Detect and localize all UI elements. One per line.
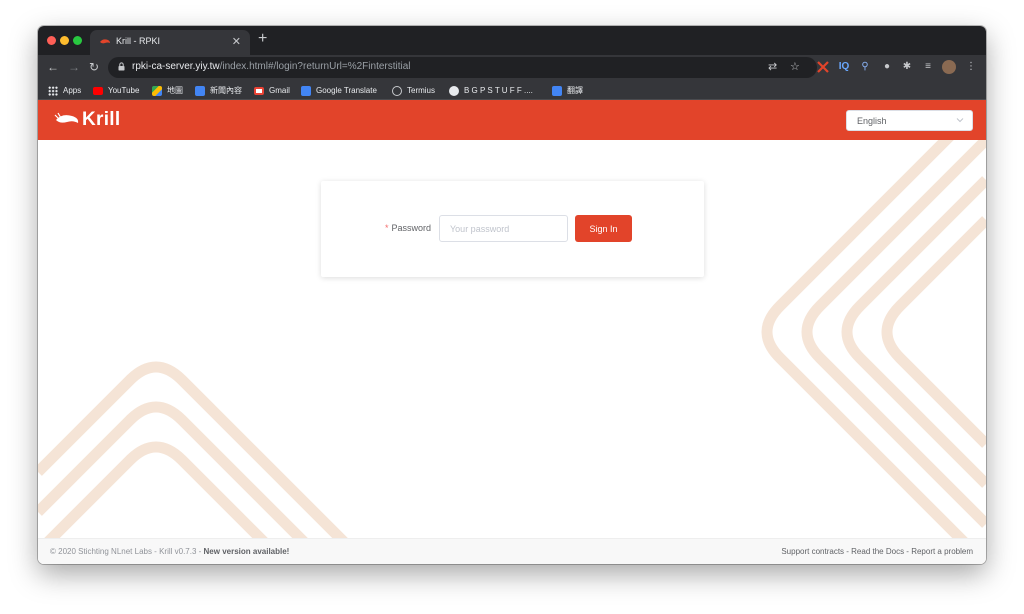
- bookmark-label: Termius: [407, 86, 436, 95]
- bookmark-maps[interactable]: 地圖: [152, 84, 183, 97]
- forward-arrow-icon[interactable]: →: [68, 59, 80, 76]
- lock-icon: [118, 62, 125, 71]
- search-extension-icon[interactable]: ⚲: [858, 60, 872, 74]
- bookmark-translate[interactable]: 翻譯: [552, 84, 583, 97]
- url-host: rpki-ca-server.yiy.tw: [132, 61, 220, 72]
- tab-title: Krill - RPKI: [116, 36, 161, 46]
- gmail-icon: [254, 86, 264, 95]
- new-tab-button[interactable]: +: [258, 31, 267, 47]
- bookmark-gmail[interactable]: Gmail: [254, 84, 290, 97]
- read-the-docs-link[interactable]: Read the Docs: [851, 547, 904, 556]
- password-label-text: Password: [391, 223, 432, 233]
- background-decoration: [38, 100, 986, 564]
- youtube-icon: [93, 86, 103, 95]
- maps-icon: [152, 85, 162, 96]
- menu-kebab-icon[interactable]: ⋮: [964, 60, 978, 74]
- krill-logo[interactable]: Krill: [54, 109, 120, 131]
- translate-icon: [552, 85, 562, 96]
- password-label: * Password: [385, 223, 431, 233]
- footer-links: Support contracts - Read the Docs - Repo…: [781, 547, 973, 556]
- bookmarks-bar: Apps YouTube 地圖 新聞內容 Gmail Google Transl…: [38, 81, 986, 100]
- news-icon: [195, 85, 205, 96]
- bookmark-google-translate[interactable]: Google Translate: [301, 84, 377, 97]
- extensions-puzzle-icon[interactable]: ✱: [900, 60, 914, 74]
- close-window-button[interactable]: [47, 36, 56, 45]
- krill-shrimp-icon: [54, 112, 79, 123]
- apps-grid-icon: [48, 85, 58, 96]
- tab-close-icon[interactable]: ✕: [232, 35, 241, 48]
- language-select-value: English: [857, 116, 887, 126]
- url-path: /index.html#/login?returnUrl=%2Fintersti…: [219, 61, 411, 72]
- address-bar[interactable]: rpki-ca-server.yiy.tw/index.html#/login?…: [108, 57, 817, 78]
- app-header: Krill English: [38, 100, 986, 140]
- sign-in-button[interactable]: Sign In: [575, 215, 632, 242]
- bookmark-label: 翻譯: [567, 86, 583, 95]
- bookmark-news[interactable]: 新聞內容: [195, 84, 242, 97]
- bookmark-youtube[interactable]: YouTube: [93, 84, 139, 97]
- bookmark-apps[interactable]: Apps: [48, 84, 81, 97]
- bookmark-label: YouTube: [108, 86, 140, 95]
- chevron-down-icon: [956, 118, 964, 123]
- ghost-extension-icon[interactable]: ●: [880, 60, 894, 74]
- tab-strip: Krill - RPKI ✕ +: [38, 26, 986, 55]
- app-footer: © 2020 Stichting NLnet Labs - Krill v0.7…: [38, 538, 986, 564]
- bookmark-label: B G P S T U F F ....: [464, 86, 533, 95]
- brand-name: Krill: [82, 109, 121, 130]
- profile-avatar[interactable]: [942, 60, 956, 74]
- browser-toolbar: ← → ↻ rpki-ca-server.yiy.tw/index.html#/…: [38, 55, 986, 81]
- translate-page-icon[interactable]: ⇄: [768, 60, 777, 73]
- krill-favicon-icon: [100, 39, 110, 44]
- media-queue-icon[interactable]: ≡: [921, 60, 935, 74]
- browser-tab[interactable]: Krill - RPKI ✕: [90, 30, 250, 55]
- required-asterisk: *: [385, 223, 389, 233]
- minimize-window-button[interactable]: [60, 36, 69, 45]
- url-text: rpki-ca-server.yiy.tw/index.html#/login?…: [132, 61, 411, 72]
- extension-x-icon[interactable]: [817, 61, 829, 73]
- password-input[interactable]: [439, 215, 568, 242]
- support-contracts-link[interactable]: Support contracts: [781, 547, 844, 556]
- bookmark-label: 地圖: [167, 86, 183, 95]
- termius-icon: [392, 85, 402, 96]
- globe-icon: [449, 85, 459, 96]
- bookmark-bgpstuff[interactable]: B G P S T U F F ....: [449, 84, 533, 97]
- browser-window: Krill - RPKI ✕ + ← → ↻ rpki-ca-server.yi…: [38, 26, 986, 564]
- maximize-window-button[interactable]: [73, 36, 82, 45]
- bookmark-label: Google Translate: [316, 86, 377, 95]
- reload-icon[interactable]: ↻: [89, 59, 99, 76]
- language-select[interactable]: English: [846, 110, 973, 131]
- bookmark-label: Gmail: [269, 86, 290, 95]
- translate-icon: [301, 85, 311, 96]
- bookmark-termius[interactable]: Termius: [392, 84, 435, 97]
- copyright-text: © 2020 Stichting NLnet Labs - Krill v0.7…: [50, 547, 204, 556]
- krill-app: Krill English * Password Sign In © 2020 S…: [38, 100, 986, 564]
- footer-copyright: © 2020 Stichting NLnet Labs - Krill v0.7…: [50, 547, 289, 556]
- bookmark-label: 新聞內容: [210, 86, 242, 95]
- back-arrow-icon[interactable]: ←: [47, 59, 59, 76]
- iq-extension-icon[interactable]: IQ: [837, 60, 851, 74]
- report-problem-link[interactable]: Report a problem: [911, 547, 973, 556]
- bookmark-star-icon[interactable]: ☆: [790, 60, 800, 73]
- new-version-notice[interactable]: New version available!: [204, 547, 290, 556]
- bookmark-label: Apps: [63, 86, 82, 95]
- login-card: * Password Sign In: [321, 181, 704, 277]
